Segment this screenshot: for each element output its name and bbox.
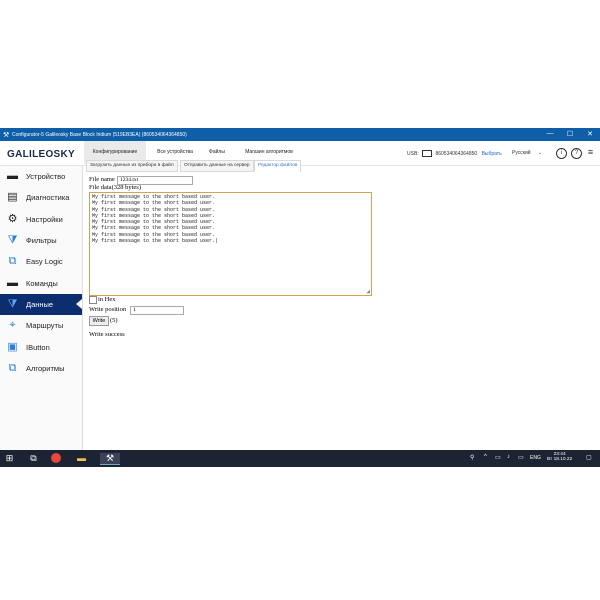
write-button[interactable]: Write (89, 316, 109, 326)
maximize-button[interactable]: ☐ (565, 130, 575, 138)
sidebar-item-device[interactable]: ▬ Устройство (0, 166, 82, 187)
language-indicator[interactable]: ENG (530, 455, 541, 461)
galileosky-logo: GALILEOSKY (7, 149, 76, 160)
file-explorer-icon[interactable]: ▬ (76, 453, 87, 464)
device-icon: ▬ (7, 170, 18, 182)
ibutton-icon: ▣ (7, 341, 18, 353)
file-data-label: File data(328 bytes) (89, 184, 141, 191)
sidebar-item-label: Easy Logic (26, 257, 63, 266)
windows-start-icon[interactable]: ⊞ (4, 453, 15, 464)
sidebar-item-algorithms[interactable]: ⧉ Алгоритмы (0, 358, 82, 379)
sidebar-item-label: Алгоритмы (26, 364, 65, 373)
menu-icon[interactable]: ≡ (586, 148, 595, 157)
data-icon: ⧩ (7, 298, 18, 310)
title-bar: ⚒ Configurator-5 Galileosky Base Block I… (0, 128, 600, 141)
chrome-icon[interactable] (51, 453, 61, 463)
help-icon[interactable]: ? (571, 148, 582, 159)
volume-icon[interactable]: ♪ (507, 454, 510, 460)
usb-icon (422, 150, 433, 157)
sidebar-item-commands[interactable]: ▬ Команды (0, 273, 82, 294)
sidebar: ▬ Устройство ▤ Диагностика ⚙ Настройки ⧩… (0, 166, 83, 450)
sidebar-item-label: Диагностика (26, 193, 70, 202)
in-hex-label: in Hex (98, 296, 116, 303)
routes-icon: ⌖ (9, 319, 16, 331)
clock[interactable]: 23:44 Вт 18.10.22 (547, 452, 572, 462)
task-view-icon[interactable]: ⧉ (28, 453, 39, 464)
clock-date: Вт 18.10.22 (547, 457, 573, 462)
network-icon[interactable]: ▭ (495, 454, 501, 461)
window-title: Configurator-5 Galileosky Base Block Iri… (12, 132, 187, 138)
sidebar-item-routes[interactable]: ⌖ Маршруты (0, 315, 82, 336)
resize-handle-icon[interactable]: ◢ (366, 288, 370, 295)
text-line: My first message to the short based user… (92, 238, 219, 245)
language-select[interactable]: Русский ⌄ (512, 150, 542, 156)
app-window: ⚒ Configurator-5 Galileosky Base Block I… (0, 128, 600, 450)
device-id: 860534064364850 (435, 150, 478, 157)
commands-icon: ▬ (7, 277, 18, 289)
usb-device-selector: USB: 860534064364850 Выбрать (407, 150, 502, 157)
algorithms-icon: ⧉ (8, 362, 17, 374)
easy-logic-icon: ⧉ (8, 255, 17, 267)
sidebar-item-label: Команды (26, 279, 58, 288)
sidebar-item-ibutton[interactable]: ▣ IButton (0, 337, 82, 358)
chevron-down-icon: ⌄ (537, 150, 543, 156)
info-icon[interactable]: i (556, 148, 567, 159)
sidebar-item-filters[interactable]: ⧩ Фильтры (0, 230, 82, 251)
pick-device-link[interactable]: Выбрать (482, 151, 502, 157)
sidebar-item-settings[interactable]: ⚙ Настройки (0, 209, 82, 230)
sidebar-item-diagnostics[interactable]: ▤ Диагностика (0, 187, 82, 208)
subtab-bar: Загрузить данные из прибора в файл Отпра… (86, 160, 600, 172)
sidebar-item-label: Данные (26, 300, 54, 309)
write-position-label: Write position (89, 306, 127, 313)
battery-icon[interactable]: ▭ (518, 454, 524, 461)
minimize-button[interactable]: — (545, 130, 555, 137)
usb-label: USB: (407, 150, 419, 157)
tools-icon: ⚒ (3, 132, 10, 139)
write-position-input[interactable]: 1 (130, 306, 184, 315)
sidebar-item-label: Настройки (26, 215, 63, 224)
file-editor-panel: File name 1234.txt File data(328 bytes) … (86, 171, 600, 450)
close-button[interactable]: ✕ (585, 130, 595, 138)
person-icon[interactable]: ⚲ (470, 454, 474, 461)
language-value: Русский (512, 150, 531, 156)
filters-icon: ⧩ (7, 234, 18, 246)
write-count: (5) (110, 317, 118, 324)
sidebar-item-label: Маршруты (26, 321, 64, 330)
sidebar-item-data[interactable]: ⧩ Данные (0, 294, 82, 315)
file-data-textarea[interactable]: My first message to the short based user… (89, 192, 372, 296)
diagnostics-icon: ▤ (7, 191, 18, 203)
sidebar-item-easy-logic[interactable]: ⧉ Easy Logic (0, 251, 82, 272)
in-hex-checkbox[interactable] (89, 296, 97, 304)
sidebar-item-label: IButton (26, 343, 50, 352)
file-name-label: File name (89, 176, 115, 183)
notification-icon[interactable]: ▢ (586, 454, 592, 461)
sidebar-item-label: Фильтры (26, 236, 57, 245)
configurator-icon[interactable]: ⚒ (100, 453, 120, 465)
status-text: Write success (89, 331, 125, 338)
chevron-up-icon[interactable]: ^ (484, 454, 487, 460)
taskbar: ⊞ ⧉ ▬ ⚒ ⚲ ^ ▭ ♪ ▭ ENG 23:44 Вт 18.10.22 … (0, 450, 600, 467)
sidebar-item-label: Устройство (26, 172, 66, 181)
settings-icon: ⚙ (7, 213, 18, 225)
